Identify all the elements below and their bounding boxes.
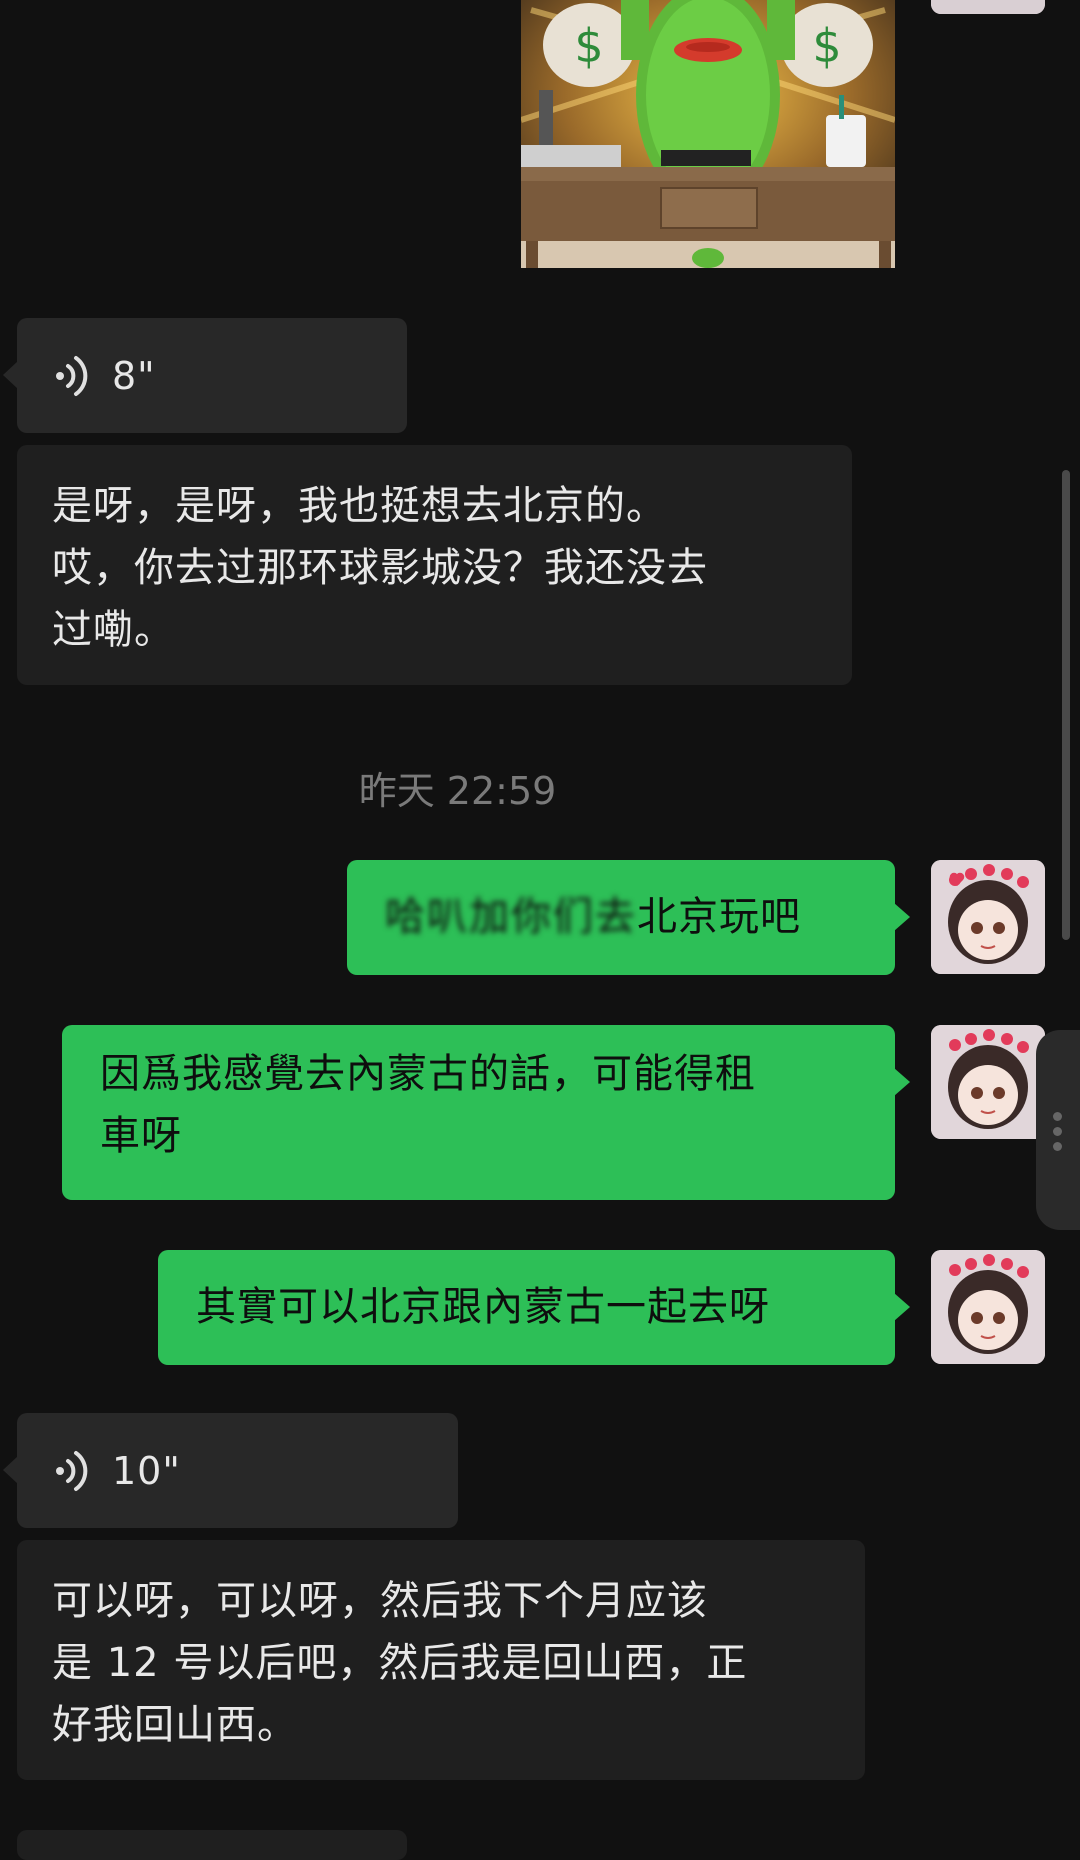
incoming-text-message[interactable]: 是呀，是呀，我也挺想去北京的。 哎，你去过那环球影城没？我还没去 过嘞。 — [17, 445, 852, 685]
message-text: 北京玩吧 — [637, 894, 801, 940]
outgoing-text-message[interactable]: 其實可以北京跟內蒙古一起去呀 — [158, 1250, 910, 1365]
image-message-sticker[interactable]: $ $ — [521, 0, 895, 268]
message-line: 哎，你去过那环球影城没？我还没去 — [52, 545, 708, 591]
message-line: 好我回山西。 — [52, 1702, 298, 1748]
my-avatar[interactable] — [931, 1250, 1045, 1364]
bubble-tail — [3, 361, 18, 389]
outgoing-text-message[interactable]: 哈叭加你们去北京玩吧 — [347, 860, 910, 975]
message-line: 是 12 号以后吧，然后我是回山西，正 — [52, 1640, 748, 1686]
incoming-text-message[interactable]: 可以呀，可以呀，然后我下个月应该 是 12 号以后吧，然后我是回山西，正 好我回… — [17, 1540, 865, 1780]
bubble-tail — [894, 1068, 910, 1096]
svg-text:$: $ — [812, 19, 841, 73]
bubble-tail — [894, 1293, 910, 1321]
message-timestamp: 昨天 22:59 — [358, 769, 557, 813]
outgoing-text-message[interactable]: 因爲我感覺去內蒙古的話，可能得租 車呀 — [62, 1025, 910, 1200]
bubble-tail — [894, 903, 910, 931]
more-dots-icon — [1053, 1112, 1065, 1152]
message-line: 过嘞。 — [52, 607, 175, 653]
my-avatar[interactable] — [931, 1025, 1045, 1139]
voice-message[interactable]: 8" — [3, 318, 407, 433]
my-avatar[interactable] — [931, 0, 1045, 14]
svg-text:$: $ — [574, 19, 603, 73]
next-message-partial — [17, 1830, 407, 1860]
voice-wave-icon — [52, 1449, 94, 1493]
scrollbar[interactable] — [1062, 470, 1070, 940]
bubble-tail — [3, 1456, 18, 1484]
message-line: 可以呀，可以呀，然后我下个月应该 — [52, 1578, 708, 1624]
message-line: 車呀 — [100, 1113, 182, 1159]
message-line: 是呀，是呀，我也挺想去北京的。 — [52, 483, 667, 529]
redacted-text: 哈叭加你们去 — [385, 894, 637, 940]
voice-duration: 8" — [112, 353, 156, 398]
chat-area[interactable]: $ $ 8" 是呀，是呀，我也挺想去北京的。 哎，你去过那环球影城没？我还没去 … — [0, 0, 1080, 1860]
voice-wave-icon — [52, 354, 94, 398]
message-line: 其實可以北京跟內蒙古一起去呀 — [196, 1284, 770, 1330]
voice-message[interactable]: 10" — [3, 1413, 458, 1528]
message-line: 因爲我感覺去內蒙古的話，可能得租 — [100, 1051, 756, 1097]
voice-duration: 10" — [112, 1448, 181, 1493]
my-avatar[interactable] — [931, 860, 1045, 974]
